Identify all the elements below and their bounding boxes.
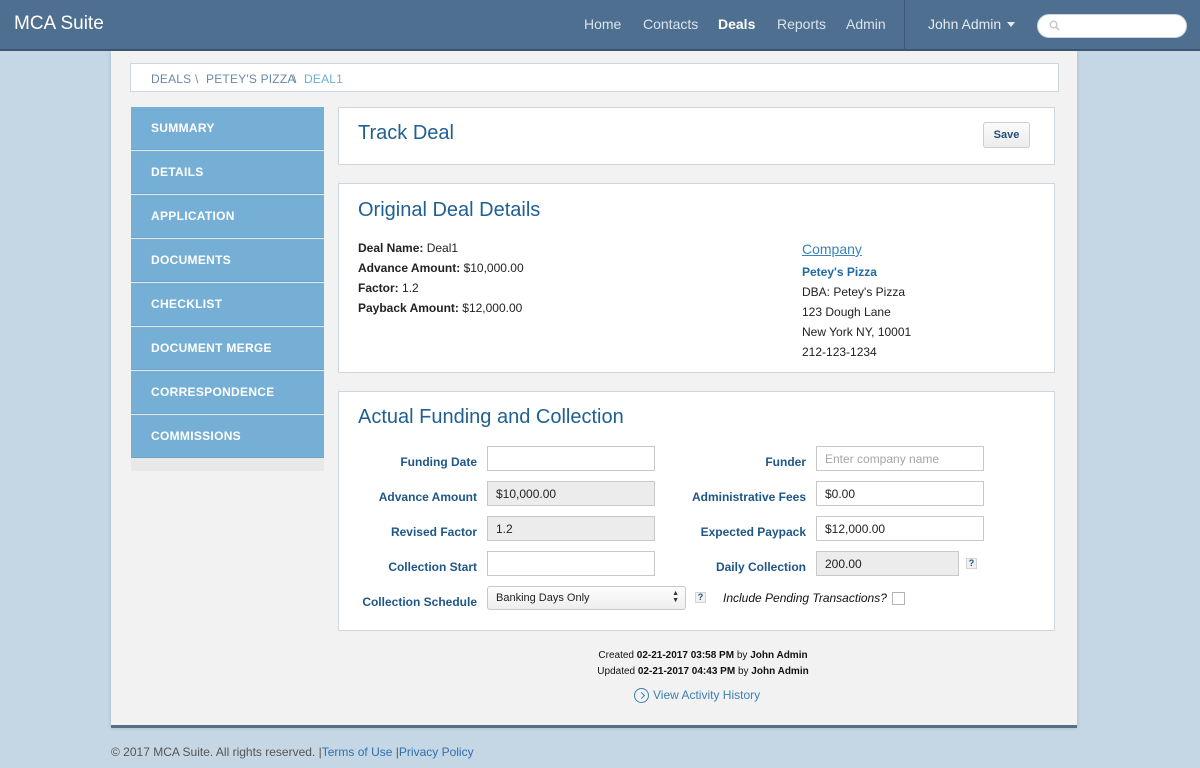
breadcrumb-current: DEAL1 — [304, 72, 344, 86]
nav-admin[interactable]: Admin — [846, 16, 886, 32]
factor-label: Factor: — [358, 281, 399, 295]
expected-payback-label: Expected Paypack — [700, 525, 806, 539]
collection-start-label: Collection Start — [388, 560, 477, 574]
nav-reports[interactable]: Reports — [777, 16, 826, 32]
updated-info: Updated 02-21-2017 04:43 PM by John Admi… — [338, 666, 1068, 677]
funding-date-field[interactable] — [487, 446, 655, 471]
created-label: Created — [598, 650, 634, 661]
collection-schedule-label: Collection Schedule — [362, 595, 477, 609]
top-navbar: MCA Suite Home Contacts Deals Reports Ad… — [0, 0, 1200, 51]
view-activity-history-link[interactable]: View Activity History — [634, 688, 760, 703]
search-input[interactable] — [1037, 14, 1187, 38]
include-pending-label: Include Pending Transactions? — [723, 591, 887, 605]
breadcrumb: DEALS \ PETEY'S PIZZA \ DEAL1 — [130, 63, 1059, 92]
page-title: Track Deal — [358, 122, 454, 144]
company-link[interactable]: Company — [802, 241, 862, 257]
nav-contacts[interactable]: Contacts — [643, 16, 698, 32]
factor-line: Factor: 1.2 — [358, 281, 419, 295]
select-arrows-icon: ▲ ▼ — [672, 590, 679, 604]
original-deal-title: Original Deal Details — [358, 199, 541, 221]
chevron-right-circle-icon — [634, 688, 649, 703]
advance-amount-field — [487, 481, 655, 506]
help-icon[interactable]: ? — [695, 592, 706, 603]
user-name: John Admin — [928, 16, 1002, 32]
user-menu[interactable]: John Admin — [928, 16, 1016, 32]
footer: © 2017 MCA Suite. All rights reserved. |… — [111, 745, 474, 759]
created-info: Created 02-21-2017 03:58 PM by John Admi… — [338, 650, 1068, 661]
sidebar: SUMMARY DETAILS APPLICATION DOCUMENTS CH… — [131, 107, 324, 471]
created-by-user: John Admin — [750, 650, 808, 661]
collection-schedule-value: Banking Days Only — [496, 592, 590, 604]
breadcrumb-deals[interactable]: DEALS — [151, 72, 191, 86]
daily-collection-field — [816, 551, 959, 576]
created-timestamp: 02-21-2017 03:58 PM — [636, 650, 735, 661]
nav-divider — [904, 0, 905, 51]
sidebar-item-application[interactable]: APPLICATION — [131, 195, 324, 238]
footer-copyright: © 2017 MCA Suite. All rights reserved. — [111, 745, 316, 759]
sidebar-item-document-merge[interactable]: DOCUMENT MERGE — [131, 327, 324, 370]
updated-timestamp: 02-21-2017 04:43 PM — [637, 666, 736, 677]
terms-of-use-link[interactable]: Terms of Use — [322, 745, 393, 759]
sidebar-item-documents[interactable]: DOCUMENTS — [131, 239, 324, 282]
actual-funding-title: Actual Funding and Collection — [358, 406, 624, 428]
admin-fees-field[interactable] — [816, 481, 984, 506]
sidebar-item-checklist[interactable]: CHECKLIST — [131, 283, 324, 326]
track-deal-card: Track Deal Save — [338, 107, 1055, 165]
advance-amount-label: Advance Amount — [378, 490, 477, 504]
revised-factor-label: Revised Factor — [390, 525, 477, 539]
updated-by-label: by — [737, 666, 749, 677]
company-address-line1: 123 Dough Lane — [802, 305, 891, 319]
company-phone: 212-123-1234 — [802, 345, 877, 359]
nav-deals[interactable]: Deals — [718, 16, 755, 32]
search-icon — [1049, 20, 1060, 31]
payback-amount-label: Payback Amount: — [358, 301, 459, 315]
created-by-label: by — [736, 650, 748, 661]
view-activity-history-label: View Activity History — [653, 688, 761, 702]
breadcrumb-company[interactable]: PETEY'S PIZZA — [206, 72, 296, 86]
include-pending-checkbox[interactable] — [892, 592, 905, 605]
payback-amount-line: Payback Amount: $12,000.00 — [358, 301, 522, 315]
payback-amount-value: $12,000.00 — [462, 301, 523, 315]
funder-field[interactable] — [816, 446, 984, 471]
save-button[interactable]: Save — [983, 122, 1030, 148]
advance-amount-label: Advance Amount: — [358, 261, 461, 275]
sidebar-item-details[interactable]: DETAILS — [131, 151, 324, 194]
breadcrumb-separator: \ — [195, 72, 199, 86]
expected-payback-field[interactable] — [816, 516, 984, 541]
company-name: Petey's Pizza — [802, 265, 877, 279]
advance-amount-value: $10,000.00 — [463, 261, 524, 275]
daily-collection-label: Daily Collection — [715, 560, 806, 574]
deal-name-line: Deal Name: Deal1 — [358, 241, 458, 255]
factor-value: 1.2 — [402, 281, 419, 295]
advance-amount-line: Advance Amount: $10,000.00 — [358, 261, 524, 275]
updated-label: Updated — [597, 666, 636, 677]
help-icon[interactable]: ? — [966, 558, 977, 569]
revised-factor-field — [487, 516, 655, 541]
chevron-down-icon — [1007, 22, 1016, 27]
company-dba: DBA: Petey's Pizza — [802, 285, 905, 299]
breadcrumb-separator: \ — [293, 72, 297, 86]
sidebar-item-correspondence[interactable]: CORRESPONDENCE — [131, 371, 324, 414]
updated-by-user: John Admin — [751, 666, 809, 677]
funder-label: Funder — [765, 455, 806, 469]
deal-name-label: Deal Name: — [358, 241, 424, 255]
collection-schedule-select[interactable]: Banking Days Only ▲ ▼ — [487, 586, 686, 610]
deal-name-value: Deal1 — [426, 241, 459, 255]
funding-date-label: Funding Date — [400, 455, 477, 469]
sidebar-item-summary[interactable]: SUMMARY — [131, 107, 324, 150]
panel-bottom-border — [111, 725, 1077, 728]
admin-fees-label: Administrative Fees — [691, 490, 806, 504]
actual-funding-card: Actual Funding and Collection Funding Da… — [338, 391, 1055, 631]
privacy-policy-link[interactable]: Privacy Policy — [399, 745, 474, 759]
collection-start-field[interactable] — [487, 551, 655, 576]
company-address-line2: New York NY, 10001 — [802, 325, 912, 339]
sidebar-item-commissions[interactable]: COMMISSIONS — [131, 415, 324, 458]
original-deal-card: Original Deal Details Deal Name: Deal1 A… — [338, 183, 1055, 373]
app-brand[interactable]: MCA Suite — [14, 13, 104, 35]
nav-home[interactable]: Home — [584, 16, 621, 32]
